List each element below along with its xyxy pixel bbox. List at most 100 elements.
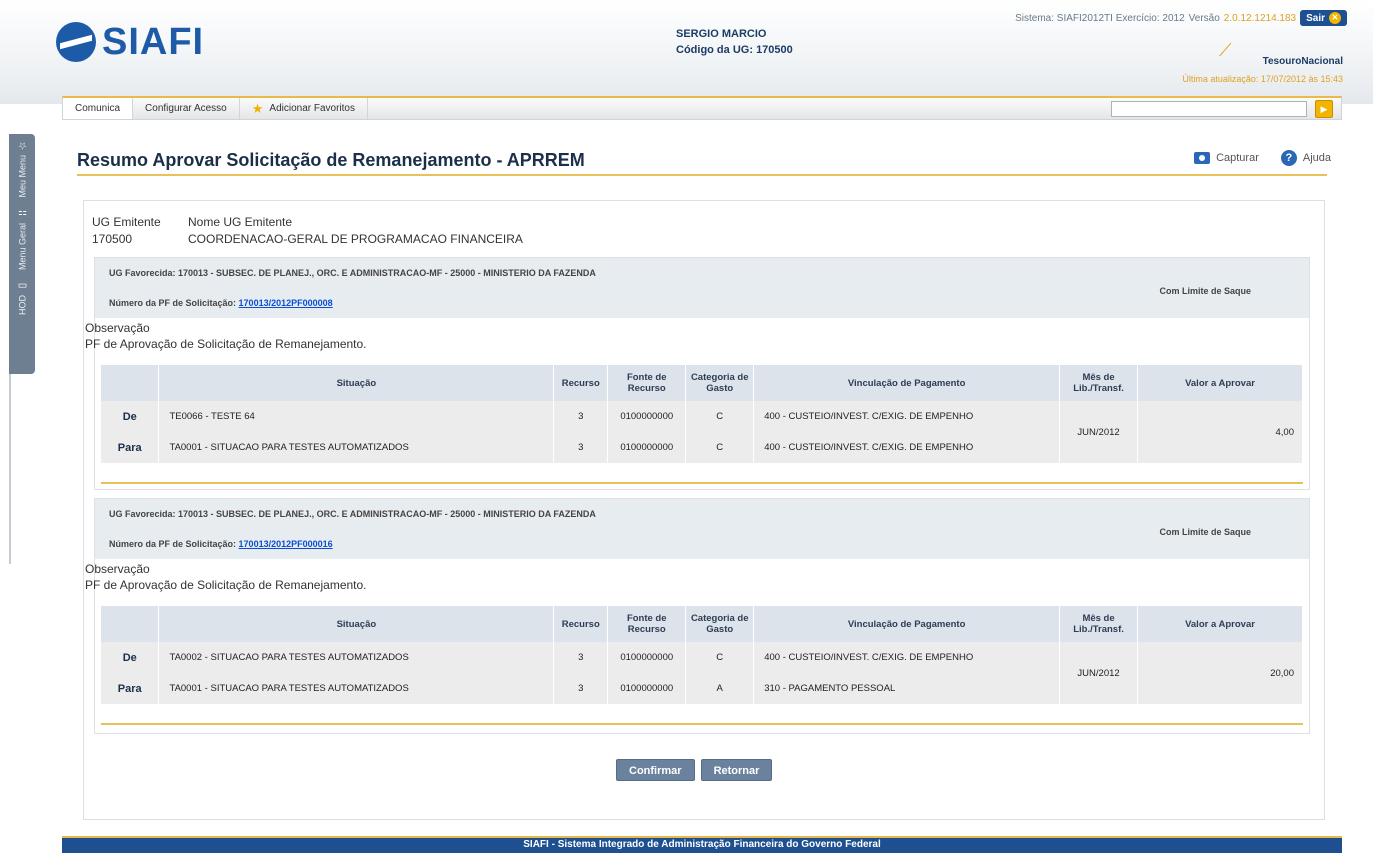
col-categoria: Categoria de Gasto bbox=[685, 365, 755, 401]
col-mes: Mês de Lib./Transf. bbox=[1059, 606, 1139, 642]
limite-saque: Com Limite de Saque bbox=[1159, 286, 1251, 296]
pf-block: UG Favorecida: 170013 - SUBSEC. DE PLANE… bbox=[85, 257, 1310, 490]
siafi-logo-icon bbox=[56, 22, 96, 62]
ug-favorecida: UG Favorecida: 170013 - SUBSEC. DE PLANE… bbox=[109, 509, 596, 519]
versao-label: Versão bbox=[1188, 12, 1220, 24]
menu-item-comunica[interactable]: Comunica bbox=[63, 98, 134, 119]
tesouro-nacional-logo: TesouroNacional bbox=[1262, 56, 1343, 67]
row-valor: 20,00 bbox=[1137, 642, 1303, 704]
close-icon: ✕ bbox=[1329, 12, 1341, 24]
camera-icon bbox=[1194, 152, 1211, 164]
ug-emitente-header: UG Emitente Nome UG Emitente 170500 COOR… bbox=[92, 215, 608, 246]
header: SIAFI SERGIO MARCIO Código da UG: 170500… bbox=[0, 0, 1373, 104]
row-vinculacao: 400 - CUSTEIO/INVEST. C/EXIG. DE EMPENHO bbox=[753, 642, 1061, 673]
table-header-row: Situação Recurso Fonte de Recurso Catego… bbox=[101, 606, 1303, 642]
ug-favorecida: UG Favorecida: 170013 - SUBSEC. DE PLANE… bbox=[109, 268, 596, 278]
row-situacao: TA0001 - SITUACAO PARA TESTES AUTOMATIZA… bbox=[158, 673, 555, 704]
row-vinculacao: 400 - CUSTEIO/INVEST. C/EXIG. DE EMPENHO bbox=[753, 401, 1061, 432]
ug-code-line: Código da UG: 170500 bbox=[676, 42, 793, 58]
sitemap-icon: ⚏ bbox=[16, 207, 28, 219]
arrow-right-icon: ▶ bbox=[1320, 104, 1328, 114]
row-fonte: 0100000000 bbox=[607, 673, 687, 704]
row-fonte: 0100000000 bbox=[607, 642, 687, 673]
menu-item-adicionar-favoritos[interactable]: ★ Adicionar Favoritos bbox=[240, 98, 368, 119]
ug-emitente-value: 170500 bbox=[92, 232, 133, 246]
col-valor: Valor a Aprovar bbox=[1137, 606, 1303, 642]
tab-hod[interactable]: HOD ▭ bbox=[17, 280, 28, 315]
title-divider bbox=[77, 174, 1327, 176]
row-vinculacao: 400 - CUSTEIO/INVEST. C/EXIG. DE EMPENHO bbox=[753, 432, 1061, 463]
help-icon: ? bbox=[1280, 150, 1297, 166]
col-vinculacao: Vinculação de Pagamento bbox=[753, 606, 1061, 642]
row-mes: JUN/2012 bbox=[1059, 642, 1139, 704]
observacao-text: PF de Aprovação de Solicitação de Remane… bbox=[85, 337, 367, 351]
terminal-icon: ▭ bbox=[16, 279, 28, 291]
capture-button[interactable]: Capturar bbox=[1194, 152, 1259, 164]
pf-solicitacao-line: Número da PF de Solicitação: 170013/2012… bbox=[109, 539, 333, 549]
col-situacao: Situação bbox=[158, 365, 555, 401]
search-input[interactable] bbox=[1111, 101, 1307, 117]
user-name: SERGIO MARCIO bbox=[676, 28, 767, 40]
row-direction: Para bbox=[101, 432, 160, 463]
ug-emitente-label: UG Emitente bbox=[92, 215, 161, 229]
siafi-logo: SIAFI bbox=[56, 22, 204, 62]
ug-code-value: 170500 bbox=[756, 44, 793, 56]
row-fonte: 0100000000 bbox=[607, 432, 687, 463]
pf-solicitacao-line: Número da PF de Solicitação: 170013/2012… bbox=[109, 298, 333, 308]
last-update: Última atualização: 17/07/2012 às 15:43 bbox=[1182, 74, 1343, 84]
side-tabs: Meu Menu ☆ Menu Geral ⚏ HOD ▭ bbox=[9, 134, 35, 374]
menu-bar: Comunica Configurar Acesso ★ Adicionar Fa… bbox=[62, 96, 1342, 120]
sistema-label: Sistema: SIAFI2012TI Exercício: 2012 bbox=[1015, 12, 1185, 24]
sair-label: Sair bbox=[1306, 12, 1325, 24]
menu-item-configurar-acesso[interactable]: Configurar Acesso bbox=[133, 98, 240, 119]
row-recurso: 3 bbox=[553, 401, 609, 432]
help-button[interactable]: ? Ajuda bbox=[1280, 150, 1331, 166]
row-situacao: TE0066 - TESTE 64 bbox=[158, 401, 555, 432]
row-situacao: TA0002 - SITUACAO PARA TESTES AUTOMATIZA… bbox=[158, 642, 555, 673]
col-mes: Mês de Lib./Transf. bbox=[1059, 365, 1139, 401]
row-vinculacao: 310 - PAGAMENTO PESSOAL bbox=[753, 673, 1061, 704]
versao-value: 2.0.12.1214.183 bbox=[1223, 12, 1297, 24]
ug-code-label: Código da UG: bbox=[676, 44, 753, 56]
confirm-button[interactable]: Confirmar bbox=[616, 759, 695, 781]
row-fonte: 0100000000 bbox=[607, 401, 687, 432]
tab-menu-geral[interactable]: Menu Geral ⚏ bbox=[17, 208, 28, 270]
action-buttons: Confirmar Retornar bbox=[616, 759, 773, 781]
col-recurso: Recurso bbox=[553, 365, 609, 401]
col-valor: Valor a Aprovar bbox=[1137, 365, 1303, 401]
nome-ug-value: COORDENACAO-GERAL DE PROGRAMACAO FINANCE… bbox=[188, 232, 523, 246]
table-header-row: Situação Recurso Fonte de Recurso Catego… bbox=[101, 365, 1303, 401]
back-button[interactable]: Retornar bbox=[700, 759, 773, 781]
row-categoria: A bbox=[685, 673, 755, 704]
row-situacao: TA0001 - SITUACAO PARA TESTES AUTOMATIZA… bbox=[158, 432, 555, 463]
pf-block-header: UG Favorecida: 170013 - SUBSEC. DE PLANE… bbox=[95, 258, 1309, 318]
sair-button[interactable]: Sair ✕ bbox=[1300, 10, 1347, 26]
capture-label: Capturar bbox=[1216, 152, 1259, 164]
pf-solicitacao-link[interactable]: 170013/2012PF000016 bbox=[239, 539, 333, 549]
remanejamento-table: Situação Recurso Fonte de Recurso Catego… bbox=[101, 365, 1303, 463]
col-empty bbox=[101, 606, 160, 642]
limite-saque: Com Limite de Saque bbox=[1159, 527, 1251, 537]
page-title: Resumo Aprovar Solicitação de Remanejame… bbox=[77, 150, 585, 170]
tab-meu-menu-label: Meu Menu bbox=[17, 155, 27, 198]
table-divider bbox=[101, 482, 1303, 484]
star-outline-icon: ☆ bbox=[16, 140, 28, 151]
row-recurso: 3 bbox=[553, 642, 609, 673]
user-info: SERGIO MARCIO Código da UG: 170500 bbox=[676, 26, 793, 58]
tab-meu-menu[interactable]: Meu Menu ☆ bbox=[17, 140, 28, 198]
row-direction: Para bbox=[101, 673, 160, 704]
row-categoria: C bbox=[685, 642, 755, 673]
col-categoria: Categoria de Gasto bbox=[685, 606, 755, 642]
nome-ug-label: Nome UG Emitente bbox=[188, 215, 293, 229]
col-vinculacao: Vinculação de Pagamento bbox=[753, 365, 1061, 401]
col-situacao: Situação bbox=[158, 606, 555, 642]
tab-hod-label: HOD bbox=[17, 294, 27, 315]
tab-menu-geral-label: Menu Geral bbox=[17, 222, 27, 270]
search-go-button[interactable]: ▶ bbox=[1315, 100, 1333, 118]
row-categoria: C bbox=[685, 432, 755, 463]
pf-solicitacao-label: Número da PF de Solicitação: bbox=[109, 539, 237, 549]
title-actions: Capturar ? Ajuda bbox=[1194, 150, 1331, 166]
table-divider bbox=[101, 723, 1303, 725]
pf-solicitacao-link[interactable]: 170013/2012PF000008 bbox=[239, 298, 333, 308]
side-divider bbox=[9, 374, 11, 564]
